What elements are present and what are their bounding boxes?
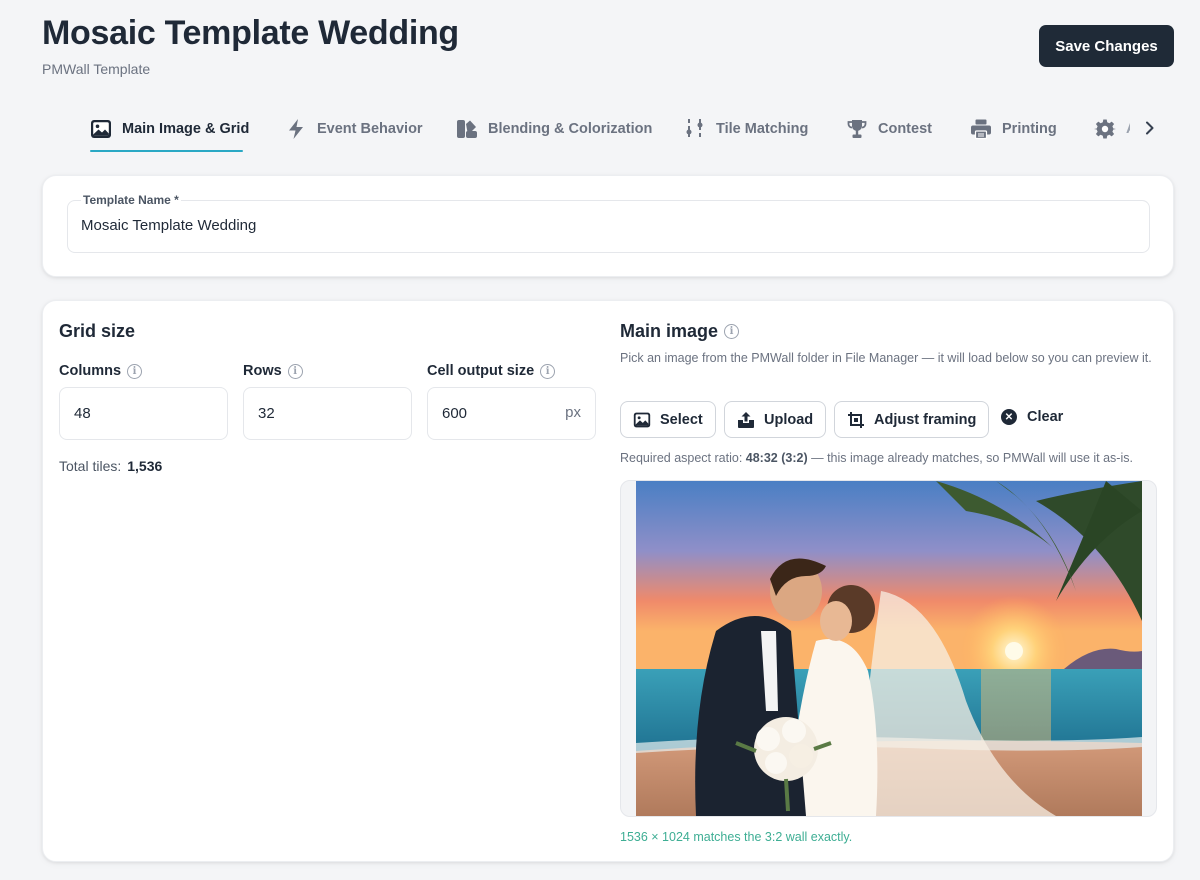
tab-advanced[interactable]: A [1094,106,1130,152]
upload-icon [738,411,754,428]
columns-input[interactable]: 48 [59,387,228,440]
columns-value: 48 [74,405,91,422]
aspect-ratio-note: Required aspect ratio: 48:32 (3:2) — thi… [620,451,1133,465]
tab-label: Tile Matching [716,121,809,137]
template-name-card: Mosaic Template Wedding Template Name * [42,175,1174,277]
clear-label: Clear [1027,409,1064,425]
cell-output-size-label-text: Cell output size [427,363,535,379]
total-tiles: Total tiles: 1,536 [59,458,162,474]
rows-value: 32 [258,405,275,422]
bolt-icon [285,118,307,140]
swatches-icon [456,118,478,140]
upload-label: Upload [764,411,814,428]
page-title: Mosaic Template Wedding [42,14,459,52]
select-button[interactable]: Select [620,401,716,438]
info-icon[interactable]: i [540,363,556,379]
tab-contest[interactable]: Contest [846,106,932,152]
cell-output-size-value: 600 [442,405,468,422]
grid-and-image-card: Grid size Columns i 48 Rows i 32 Cell ou… [42,300,1174,862]
upload-button[interactable]: Upload [724,401,827,438]
image-icon [633,412,651,427]
adjust-framing-label: Adjust framing [874,411,977,428]
main-image-description: Pick an image from the PMWall folder in … [620,351,1152,365]
tab-label: Main Image & Grid [122,121,250,137]
tab-main-image-grid[interactable]: Main Image & Grid [90,106,249,152]
rows-label-text: Rows [243,363,282,379]
template-name-label: Template Name * [81,193,181,207]
total-tiles-label: Total tiles: [59,458,122,474]
match-note: 1536 × 1024 matches the 3:2 wall exactly… [620,830,853,844]
rows-input[interactable]: 32 [243,387,412,440]
printer-icon [970,118,992,140]
info-icon[interactable]: i [287,363,303,379]
select-label: Select [660,411,703,428]
main-image-preview [636,481,1142,816]
columns-label-text: Columns [59,363,122,379]
close-icon: ✕ [1001,409,1017,425]
page-subtitle: PMWall Template [42,61,151,77]
template-name-value[interactable]: Mosaic Template Wedding [81,217,256,234]
main-image-heading: Main image i [620,321,740,342]
sliders-icon [684,118,706,140]
adjust-framing-button[interactable]: Adjust framing [834,401,990,438]
tab-tile-matching[interactable]: Tile Matching [684,106,808,152]
columns-label: Columns i [59,363,143,379]
total-tiles-value: 1,536 [127,458,163,474]
crop-icon [848,411,864,428]
active-tab-indicator [90,150,243,152]
tab-printing[interactable]: Printing [970,106,1057,152]
info-icon[interactable]: i [724,324,740,339]
aspect-value: 48:32 (3:2) [745,451,808,465]
gear-icon [1094,118,1116,140]
aspect-prefix: Required aspect ratio: [620,451,743,465]
cell-output-size-label: Cell output size i [427,363,556,379]
cell-output-size-input[interactable]: 600 px [427,387,596,440]
px-unit: px [565,404,581,421]
tab-blending-colorization[interactable]: Blending & Colorization [456,106,652,152]
info-icon[interactable]: i [127,363,143,379]
main-image-title: Main image [620,321,719,341]
tab-label: Contest [878,121,932,137]
clear-button[interactable]: ✕ Clear [1001,409,1063,425]
tab-label: A [1126,121,1130,137]
tab-label: Printing [1002,121,1057,137]
tab-event-behavior[interactable]: Event Behavior [285,106,423,152]
main-image-preview-frame [620,480,1157,817]
grid-size-heading: Grid size [59,321,136,341]
image-icon [90,118,112,140]
tab-label: Event Behavior [317,121,423,137]
chevron-right-icon[interactable] [1140,118,1160,138]
aspect-suffix: — this image already matches, so PMWall … [811,451,1133,465]
trophy-icon [846,118,868,140]
tab-label: Blending & Colorization [488,121,653,137]
save-changes-button[interactable]: Save Changes [1039,25,1174,67]
rows-label: Rows i [243,363,303,379]
tab-bar: Main Image & Grid Event Behavior Blendin… [0,106,1200,156]
template-name-field[interactable]: Mosaic Template Wedding [67,200,1150,253]
